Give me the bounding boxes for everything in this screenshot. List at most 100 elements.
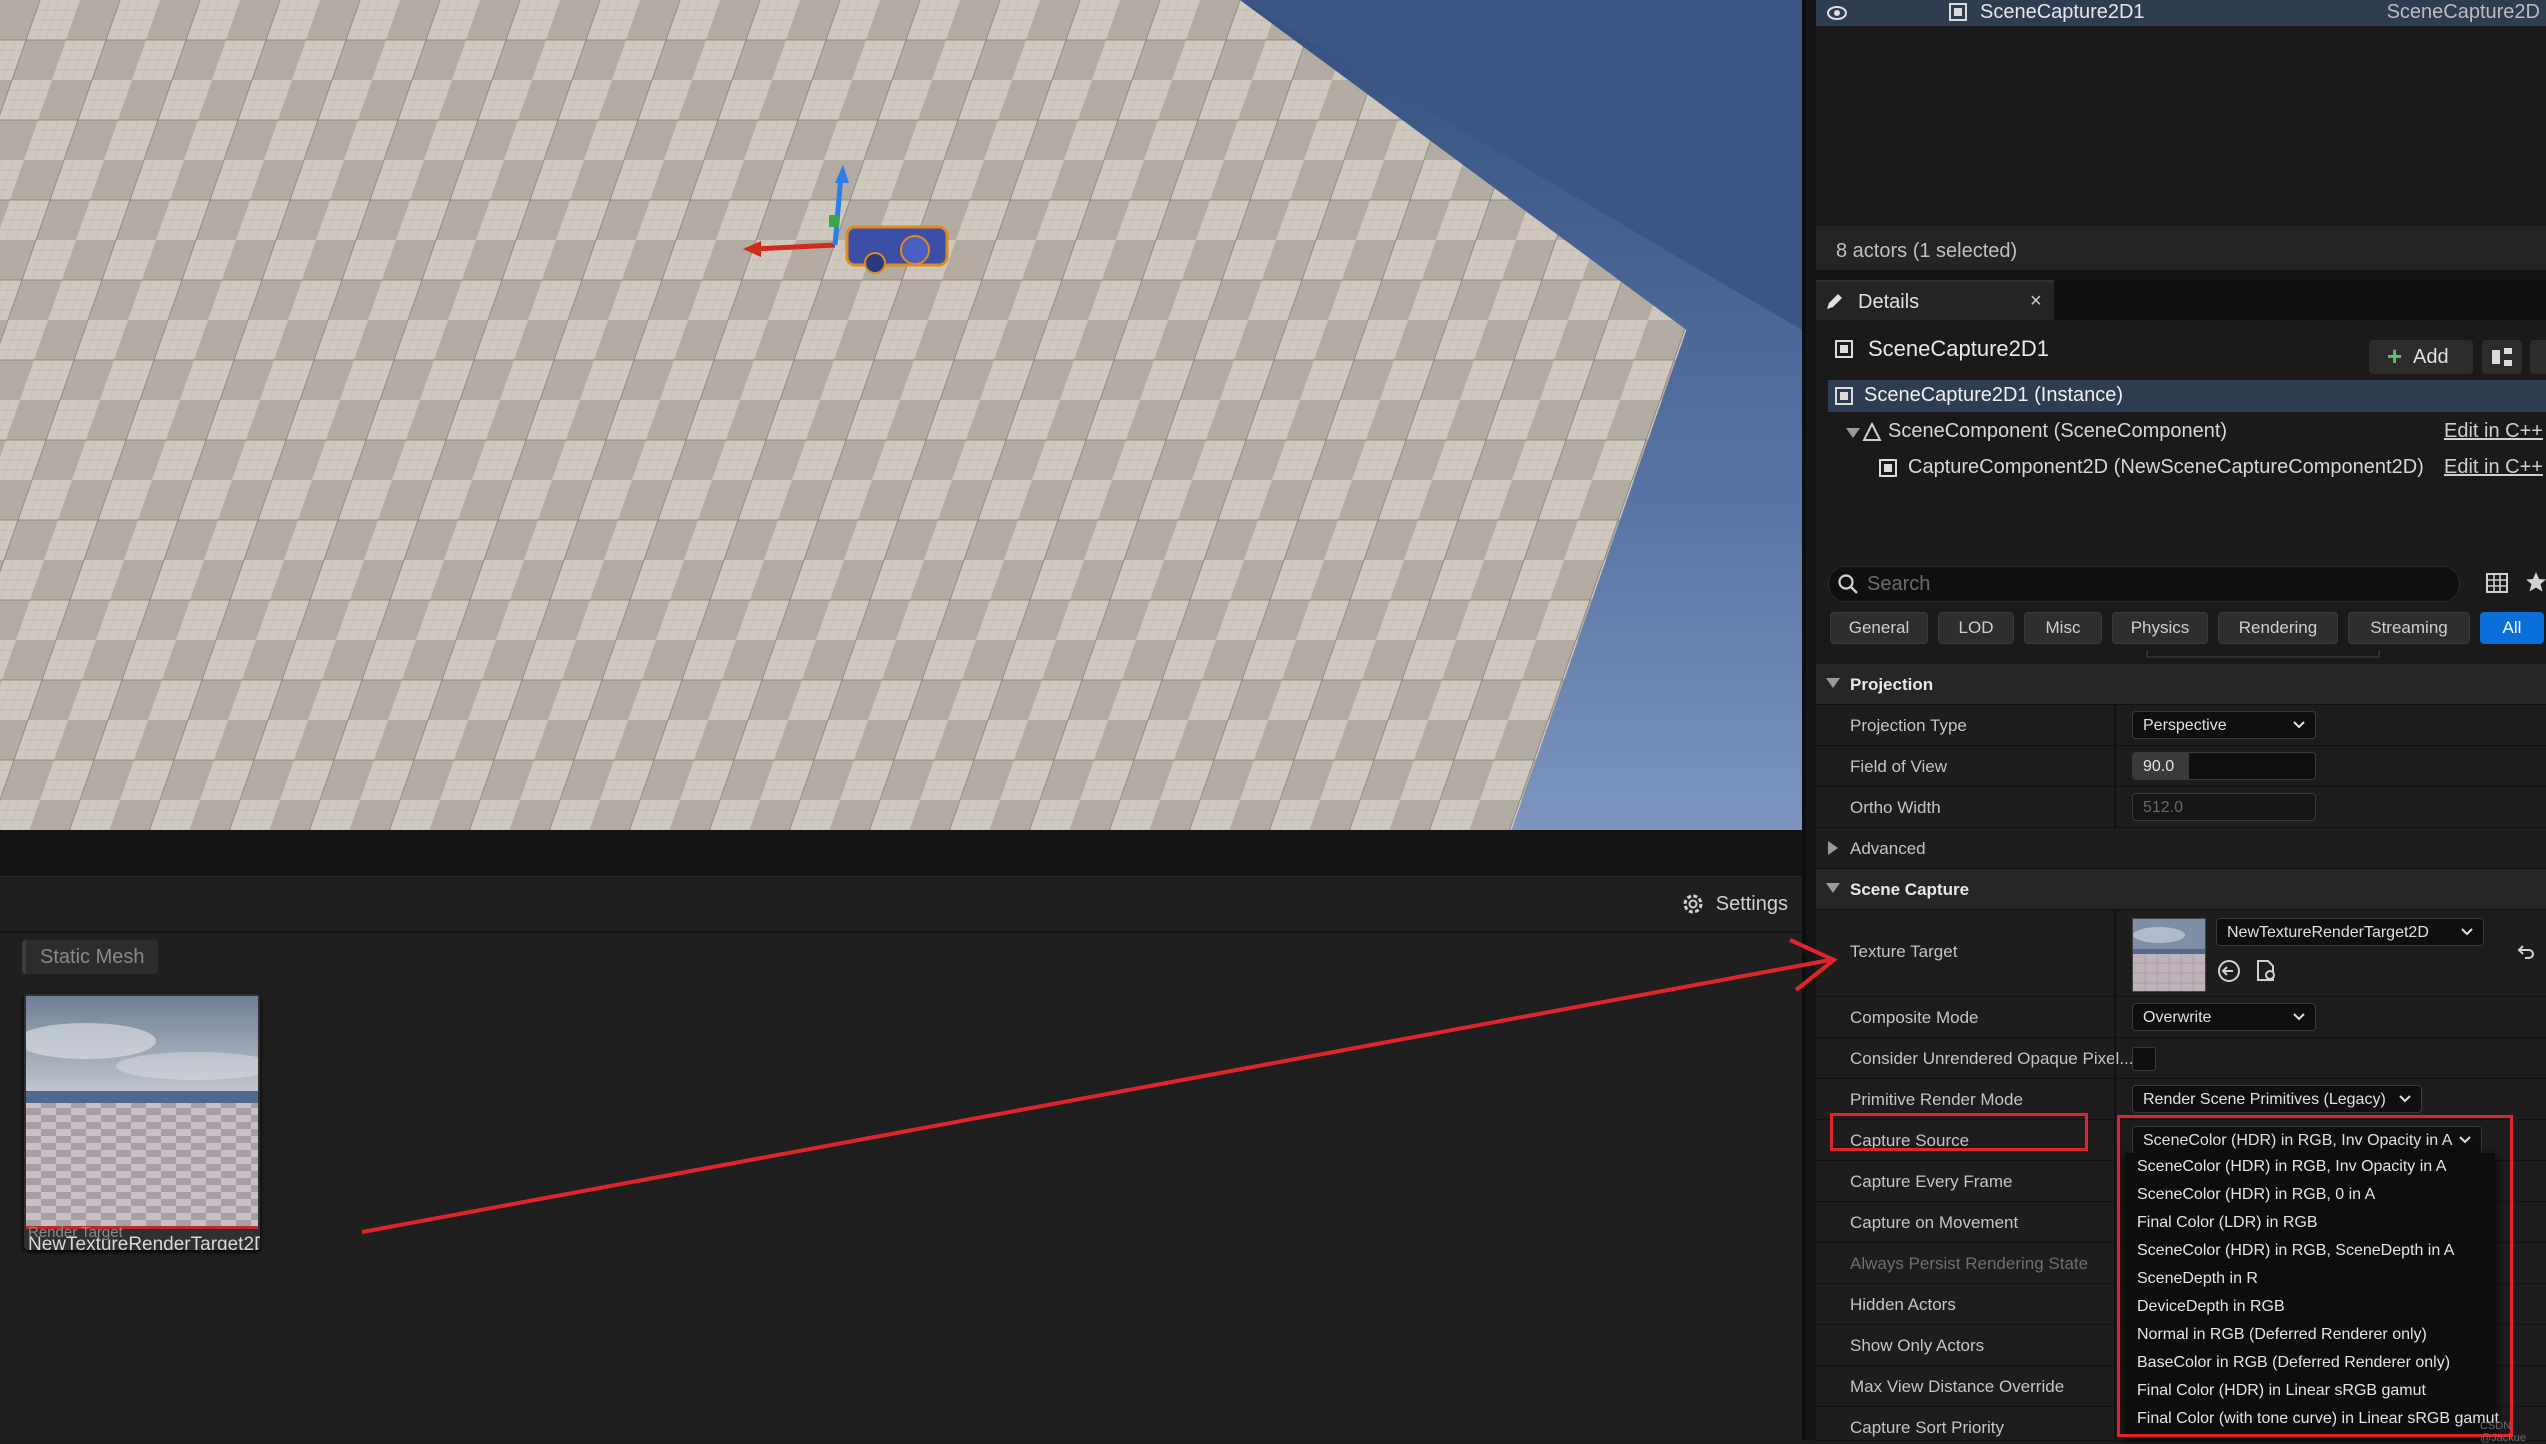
capture-source-dropdown: SceneColor (HDR) in RGB, Inv Opacity in … bbox=[2125, 1153, 2499, 1435]
filter-physics[interactable]: Physics bbox=[2112, 612, 2208, 644]
prop-label: Show Only Actors bbox=[1850, 1336, 1985, 1355]
category-label: Projection bbox=[1850, 675, 1934, 694]
scroll-edge bbox=[2146, 650, 2380, 658]
expand-arrow-icon[interactable] bbox=[1828, 841, 1838, 855]
divider bbox=[2114, 787, 2116, 827]
capture-source-combo[interactable]: SceneColor (HDR) in RGB, Inv Opacity in … bbox=[2132, 1126, 2482, 1154]
projection-type-combo[interactable]: Perspective bbox=[2132, 711, 2316, 739]
prop-label: Max View Distance Override bbox=[1850, 1377, 2065, 1396]
category-advanced[interactable]: Advanced bbox=[1816, 828, 2546, 869]
prop-label: Consider Unrendered Opaque Pixel... bbox=[1850, 1049, 2134, 1068]
divider bbox=[2114, 910, 2116, 996]
divider bbox=[2114, 1325, 2116, 1365]
table-view-icon[interactable] bbox=[2486, 572, 2508, 594]
scene-capture-icon bbox=[1835, 340, 1853, 358]
filter-general[interactable]: General bbox=[1830, 612, 1928, 644]
scene-capture-icon bbox=[1835, 387, 1853, 405]
prop-label: Projection Type bbox=[1850, 716, 1967, 735]
chevron-down-icon bbox=[2461, 928, 2473, 936]
close-icon[interactable]: × bbox=[2030, 290, 2042, 313]
divider bbox=[2114, 1407, 2116, 1440]
prop-label: Capture on Movement bbox=[1850, 1213, 2019, 1232]
component-row-capture[interactable]: CaptureComponent2D (NewSceneCaptureCompo… bbox=[1828, 452, 2546, 484]
category-label: Scene Capture bbox=[1850, 880, 1970, 899]
gear-icon bbox=[1683, 894, 1703, 914]
browse-icon[interactable] bbox=[2254, 958, 2280, 984]
add-component-button[interactable]: + Add bbox=[2369, 340, 2473, 374]
primitive-render-mode-combo[interactable]: Render Scene Primitives (Legacy) bbox=[2132, 1085, 2422, 1113]
divider bbox=[2114, 997, 2116, 1037]
dropdown-option[interactable]: SceneColor (HDR) in RGB, SceneDepth in A bbox=[2137, 1237, 2454, 1265]
component-row-instance[interactable]: SceneCapture2D1 (Instance) bbox=[1828, 380, 2546, 412]
use-selected-icon[interactable] bbox=[2216, 958, 2242, 984]
texture-thumbnail[interactable] bbox=[2132, 918, 2206, 992]
settings-button[interactable]: Settings bbox=[1680, 887, 1788, 921]
dropdown-option[interactable]: Final Color (with tone curve) in Linear … bbox=[2137, 1405, 2499, 1433]
combo-value: Overwrite bbox=[2143, 1009, 2212, 1026]
collapse-arrow-icon[interactable] bbox=[1826, 883, 1840, 893]
more-button[interactable] bbox=[2530, 340, 2546, 374]
dropdown-option[interactable]: DeviceDepth in RGB bbox=[2137, 1293, 2285, 1321]
divider bbox=[2114, 1366, 2116, 1406]
reset-to-default-icon[interactable] bbox=[2516, 942, 2536, 962]
category-projection[interactable]: Projection bbox=[1816, 664, 2546, 705]
star-icon[interactable] bbox=[2524, 570, 2546, 594]
filter-all[interactable]: All bbox=[2480, 612, 2544, 644]
divider bbox=[2114, 1284, 2116, 1324]
outliner-actor-name: SceneCapture2D1 bbox=[1980, 1, 2145, 23]
eye-icon[interactable] bbox=[1826, 3, 1848, 23]
prop-label: Hidden Actors bbox=[1850, 1295, 1956, 1314]
ortho-width-field[interactable]: 512.0 bbox=[2132, 793, 2316, 821]
search-icon bbox=[1838, 574, 1858, 594]
filter-chip-static-mesh[interactable]: Static Mesh bbox=[22, 940, 159, 974]
search-input[interactable] bbox=[1865, 569, 2429, 599]
asset-tile[interactable]: NewTextureRenderTarget2D Render Target bbox=[24, 994, 260, 1250]
scene-capture-icon bbox=[1949, 3, 1967, 21]
component-row-scene[interactable]: SceneComponent (SceneComponent) Edit in … bbox=[1828, 416, 2546, 448]
chevron-down-icon bbox=[2293, 1013, 2305, 1021]
dropdown-option[interactable]: SceneColor (HDR) in RGB, 0 in A bbox=[2137, 1181, 2375, 1209]
dropdown-option[interactable]: Final Color (LDR) in RGB bbox=[2137, 1209, 2317, 1237]
chevron-down-icon bbox=[2459, 1136, 2471, 1144]
fov-slider-field[interactable]: 90.0 bbox=[2132, 752, 2316, 780]
blueprint-icon bbox=[2492, 348, 2512, 366]
blueprint-button[interactable] bbox=[2482, 340, 2522, 374]
content-browser: Settings Static Mesh NewTextureRenderTar… bbox=[0, 876, 1802, 1441]
actor-name: SceneCapture2D1 bbox=[1868, 336, 2050, 361]
edit-in-cpp-link[interactable]: Edit in C++ bbox=[2444, 456, 2543, 479]
filter-lod[interactable]: LOD bbox=[1938, 612, 2014, 644]
tab-details[interactable]: Details × bbox=[1816, 280, 2054, 322]
outliner-list bbox=[1816, 26, 2546, 226]
content-browser-toolbar-gap bbox=[0, 830, 1802, 876]
collapse-arrow-icon[interactable] bbox=[1846, 428, 1860, 438]
consider-unrendered-checkbox[interactable] bbox=[2132, 1047, 2156, 1071]
divider bbox=[2114, 746, 2116, 786]
level-viewport[interactable] bbox=[0, 0, 1802, 830]
dropdown-option[interactable]: BaseColor in RGB (Deferred Renderer only… bbox=[2137, 1349, 2450, 1377]
plus-icon: + bbox=[2387, 341, 2403, 371]
filter-misc[interactable]: Misc bbox=[2024, 612, 2102, 644]
filter-streaming[interactable]: Streaming bbox=[2348, 612, 2470, 644]
prop-consider-unrendered: Consider Unrendered Opaque Pixel... bbox=[1816, 1038, 2546, 1079]
edit-in-cpp-link[interactable]: Edit in C++ bbox=[2444, 420, 2543, 443]
dropdown-option[interactable]: SceneColor (HDR) in RGB, Inv Opacity in … bbox=[2137, 1153, 2446, 1181]
dropdown-option[interactable]: Final Color (HDR) in Linear sRGB gamut bbox=[2137, 1377, 2426, 1405]
outliner-row-selected[interactable]: SceneCapture2D1 SceneCapture2D bbox=[1816, 0, 2546, 26]
category-scene-capture[interactable]: Scene Capture bbox=[1816, 869, 2546, 910]
ortho-value: 512.0 bbox=[2143, 799, 2184, 816]
texture-target-combo[interactable]: NewTextureRenderTarget2D bbox=[2216, 918, 2484, 946]
composite-mode-combo[interactable]: Overwrite bbox=[2132, 1003, 2316, 1031]
outliner-actor-type: SceneCapture2D bbox=[2386, 1, 2540, 23]
component-label: SceneComponent (SceneComponent) bbox=[1888, 420, 2228, 442]
prop-label: Composite Mode bbox=[1850, 1008, 1979, 1027]
collapse-arrow-icon[interactable] bbox=[1826, 678, 1840, 688]
prop-composite-mode: Composite Mode Overwrite bbox=[1816, 997, 2546, 1038]
dropdown-option[interactable]: Normal in RGB (Deferred Renderer only) bbox=[2137, 1321, 2427, 1349]
chevron-down-icon bbox=[2293, 721, 2305, 729]
details-search[interactable] bbox=[1828, 566, 2460, 602]
divider bbox=[2114, 705, 2116, 745]
fov-value: 90.0 bbox=[2143, 758, 2175, 775]
filter-rendering[interactable]: Rendering bbox=[2218, 612, 2338, 644]
dropdown-option[interactable]: SceneDepth in R bbox=[2137, 1265, 2258, 1293]
prop-label: Texture Target bbox=[1850, 942, 1958, 961]
